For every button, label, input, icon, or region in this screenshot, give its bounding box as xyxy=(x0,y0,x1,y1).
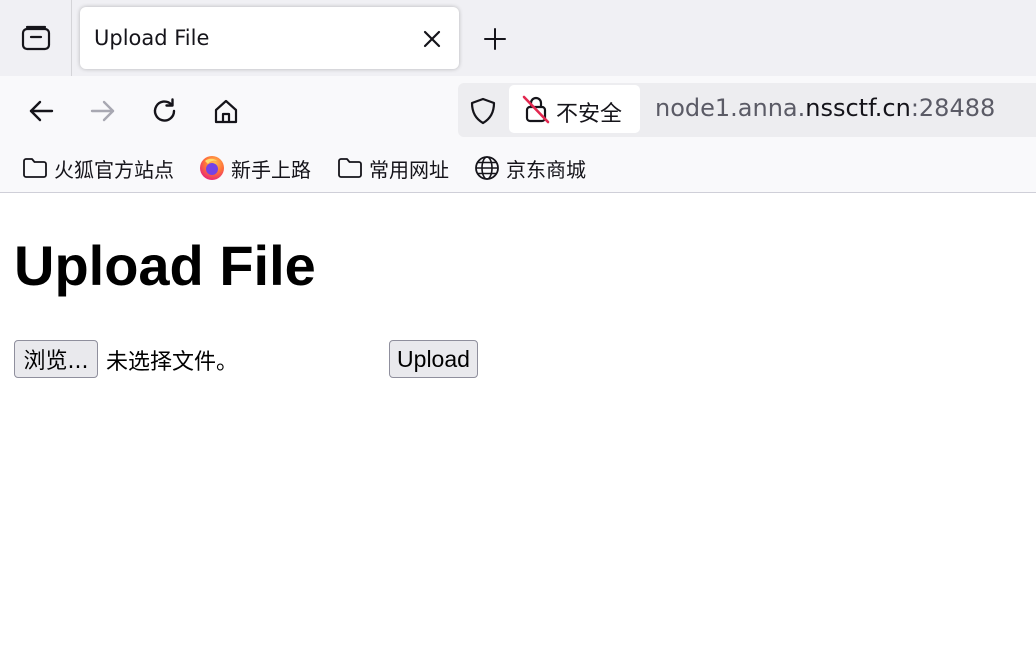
upload-button[interactable]: Upload xyxy=(389,340,478,378)
page-title: Upload File xyxy=(14,234,316,297)
url-domain: nssctf.cn xyxy=(805,94,911,122)
site-security-indicator[interactable]: 不安全 xyxy=(509,85,640,133)
bookmark-folder-common-sites[interactable]: 常用网址 xyxy=(337,154,449,182)
insecure-label: 不安全 xyxy=(556,102,623,127)
bookmark-jd-mall[interactable]: 京东商城 xyxy=(474,154,586,182)
browse-file-button[interactable]: 浏览... xyxy=(14,340,98,378)
forward-button[interactable] xyxy=(85,93,121,129)
close-icon xyxy=(423,30,441,48)
globe-icon xyxy=(475,156,499,180)
bookmark-folder-firefox-sites[interactable]: 火狐官方站点 xyxy=(22,154,174,182)
tab-strip: Upload File xyxy=(0,0,1036,76)
plus-icon xyxy=(484,28,506,50)
url-port: :28488 xyxy=(910,94,996,122)
bookmark-label: 火狐官方站点 xyxy=(54,157,174,182)
shield-icon xyxy=(470,97,496,125)
navigation-toolbar: 不安全 node1.anna.nssctf.cn:28488 xyxy=(0,76,1036,144)
reload-button[interactable] xyxy=(147,93,183,129)
url-text[interactable]: node1.anna.nssctf.cn:28488 xyxy=(655,94,995,122)
folder-icon xyxy=(338,158,362,178)
tracking-protection-button[interactable] xyxy=(468,96,498,126)
bookmark-label: 京东商城 xyxy=(506,157,586,182)
close-tab-button[interactable] xyxy=(419,26,445,52)
new-tab-button[interactable] xyxy=(480,24,510,54)
page-content: Upload File 浏览... 未选择文件。 Upload xyxy=(0,193,1036,649)
firefox-icon xyxy=(200,156,224,180)
bookmarks-toolbar: 火狐官方站点 新手上路 常用网址 京东商城 xyxy=(0,144,1036,193)
tab-title: Upload File xyxy=(94,26,210,50)
tab-overview-button[interactable] xyxy=(0,0,72,76)
reload-icon xyxy=(153,98,176,122)
url-prefix: node1.anna. xyxy=(655,94,806,122)
back-button[interactable] xyxy=(23,93,59,129)
bookmark-getting-started[interactable]: 新手上路 xyxy=(199,154,311,182)
tab-manager-icon xyxy=(21,25,50,51)
arrow-left-icon xyxy=(29,100,54,122)
no-file-selected-label: 未选择文件。 xyxy=(106,350,239,375)
address-bar[interactable]: 不安全 node1.anna.nssctf.cn:28488 xyxy=(458,83,1036,137)
folder-icon xyxy=(23,158,47,178)
insecure-lock-icon xyxy=(522,95,550,124)
bookmark-label: 常用网址 xyxy=(369,157,449,182)
arrow-right-icon xyxy=(90,100,115,122)
home-icon xyxy=(214,99,238,124)
active-tab[interactable]: Upload File xyxy=(80,7,459,69)
bookmark-label: 新手上路 xyxy=(231,157,311,182)
home-button[interactable] xyxy=(208,93,244,129)
